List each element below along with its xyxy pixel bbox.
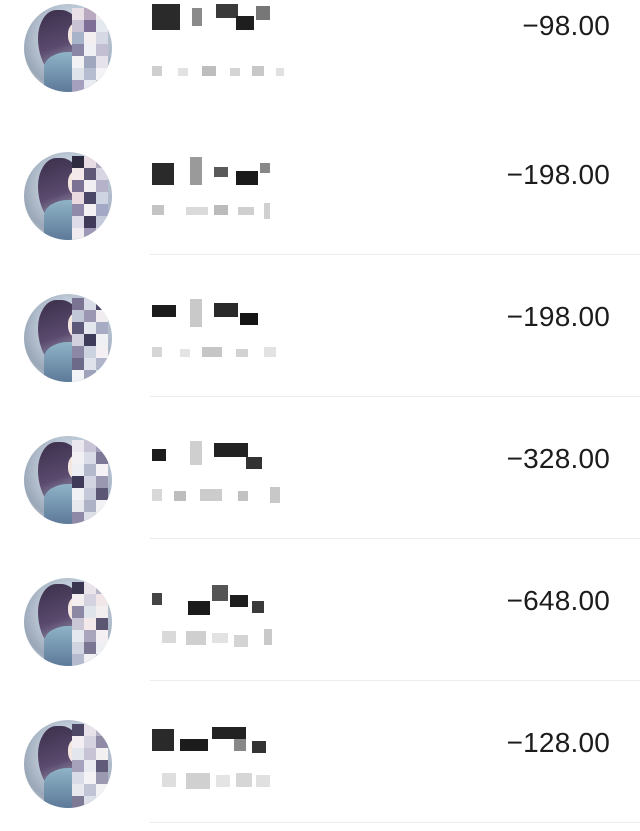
avatar-mosaic <box>72 582 108 666</box>
avatar-mosaic <box>72 724 108 808</box>
transaction-list: −98.00 −198.00 −198.00 −328.00 −648.00 −128.0… <box>0 0 640 831</box>
transaction-time-censored <box>152 771 292 789</box>
transaction-row[interactable]: −198.00 <box>0 113 640 255</box>
avatar-mosaic <box>72 8 108 92</box>
row-divider <box>150 822 640 823</box>
payee-name-censored <box>152 441 282 469</box>
transaction-row[interactable]: −328.00 <box>0 397 640 539</box>
avatar <box>24 578 112 666</box>
payee-name-censored <box>152 583 282 615</box>
payee-name-censored <box>152 157 282 185</box>
transaction-row[interactable]: −128.00 <box>0 681 640 823</box>
avatar-mosaic <box>72 298 108 382</box>
transaction-row[interactable]: −98.00 <box>0 0 640 114</box>
transaction-amount: −128.00 <box>506 727 610 758</box>
transaction-row[interactable]: −198.00 <box>0 255 640 397</box>
avatar <box>24 4 112 92</box>
transaction-amount: −198.00 <box>506 301 610 332</box>
avatar <box>24 152 112 240</box>
payee-name-censored <box>152 725 282 753</box>
payee-name-censored <box>152 299 282 327</box>
avatar <box>24 436 112 524</box>
transaction-time-censored <box>152 345 292 361</box>
transaction-amount: −648.00 <box>506 585 610 616</box>
transaction-time-censored <box>152 629 292 647</box>
transaction-amount: −328.00 <box>506 443 610 474</box>
transaction-time-censored <box>152 64 292 80</box>
transaction-amount: −98.00 <box>522 10 610 41</box>
avatar <box>24 720 112 808</box>
transaction-time-censored <box>152 487 292 503</box>
transaction-time-censored <box>152 203 292 219</box>
transaction-row[interactable]: −648.00 <box>0 539 640 681</box>
transaction-amount: −198.00 <box>506 159 610 190</box>
avatar-mosaic <box>72 156 108 240</box>
avatar-mosaic <box>72 440 108 524</box>
payee-name-censored <box>152 4 282 30</box>
avatar <box>24 294 112 382</box>
